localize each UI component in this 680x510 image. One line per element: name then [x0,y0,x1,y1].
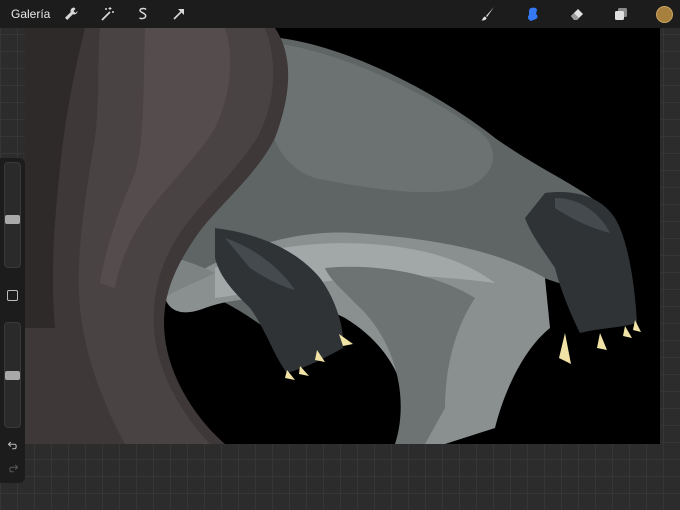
gallery-button[interactable]: Galería [11,7,51,21]
layers-icon[interactable] [611,4,631,24]
opacity-slider[interactable] [4,322,21,428]
color-swatch-icon[interactable] [654,4,674,24]
left-sidebar [0,158,25,483]
transform-arrow-icon[interactable] [169,4,189,24]
eraser-icon[interactable] [567,4,587,24]
selection-icon[interactable] [133,4,153,24]
drawing-canvas[interactable] [25,28,660,444]
magic-wand-icon[interactable] [97,4,117,24]
smudge-icon[interactable] [523,4,543,24]
redo-icon[interactable] [5,460,20,475]
brush-icon[interactable] [478,4,498,24]
artwork [25,28,641,444]
wrench-icon[interactable] [61,4,81,24]
top-toolbar: Galería [0,0,680,28]
brush-size-thumb[interactable] [5,215,20,225]
undo-icon[interactable] [5,437,20,452]
modify-square-icon[interactable] [7,290,18,301]
brush-size-slider[interactable] [4,162,21,268]
active-color-swatch [655,5,673,23]
opacity-thumb[interactable] [5,370,20,380]
